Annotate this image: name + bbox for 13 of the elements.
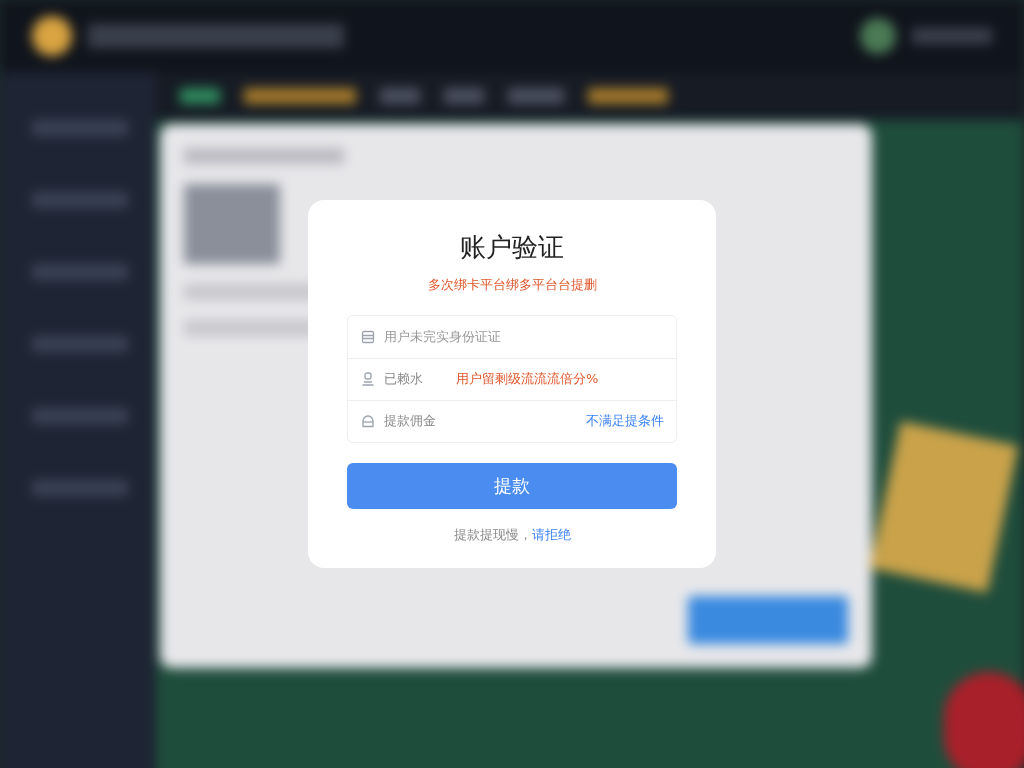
conditions-link[interactable]: 不满足提条件 — [586, 411, 664, 431]
footer-text: 提款提现慢， — [453, 525, 532, 544]
footer-link[interactable]: 请拒绝 — [531, 524, 571, 544]
withdraw-button[interactable]: 提款 — [347, 462, 677, 509]
field-label: 提款佣金 — [384, 412, 437, 431]
id-input-field[interactable]: 用户未完实身份证证 — [384, 326, 664, 347]
lock-icon — [360, 413, 376, 429]
warning-text: 多次绑卡平台绑多平台台提删 — [427, 276, 597, 294]
user-icon — [360, 371, 376, 387]
dialog-title: 账户验证 — [460, 231, 564, 264]
note-text: 用户留剩级流流流倍分% — [456, 370, 599, 389]
field-label: 已赖水 — [384, 370, 424, 389]
card-icon — [360, 328, 376, 345]
